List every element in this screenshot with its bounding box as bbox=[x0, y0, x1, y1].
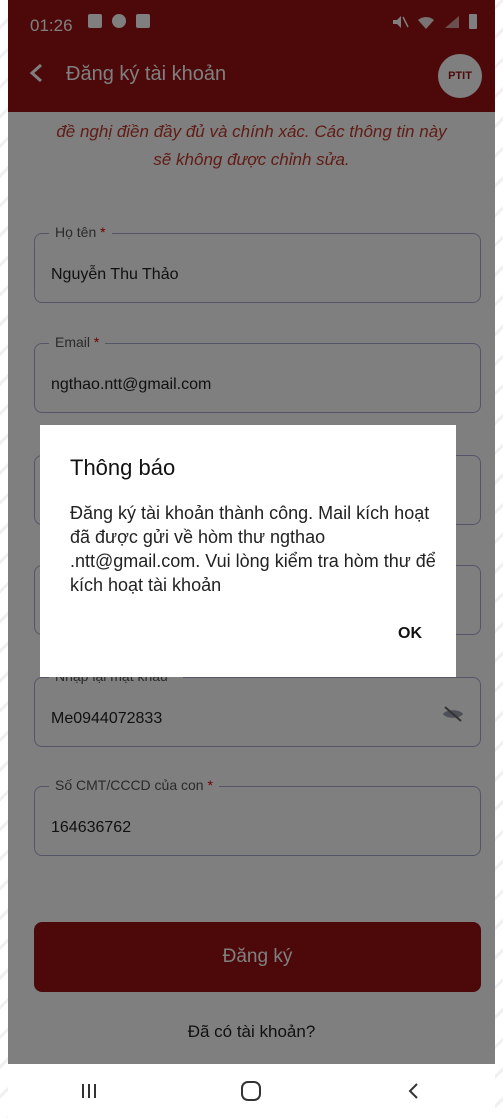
notification-dialog: Thông báo Đăng ký tài khoản thành công. … bbox=[40, 425, 456, 677]
ok-button[interactable]: OK bbox=[398, 625, 422, 643]
system-nav-bar bbox=[8, 1064, 495, 1118]
home-icon[interactable] bbox=[231, 1076, 271, 1106]
dialog-title: Thông báo bbox=[70, 455, 176, 480]
recents-icon[interactable] bbox=[69, 1076, 109, 1106]
phone-screen: 01:26 Đăng ký tài khoản PTIT đề nghị điề… bbox=[8, 0, 495, 1118]
back-nav-icon[interactable] bbox=[394, 1076, 434, 1106]
page-background: 01:26 Đăng ký tài khoản PTIT đề nghị điề… bbox=[0, 0, 503, 1118]
dialog-message: Đăng ký tài khoản thành công. Mail kích … bbox=[70, 503, 436, 595]
